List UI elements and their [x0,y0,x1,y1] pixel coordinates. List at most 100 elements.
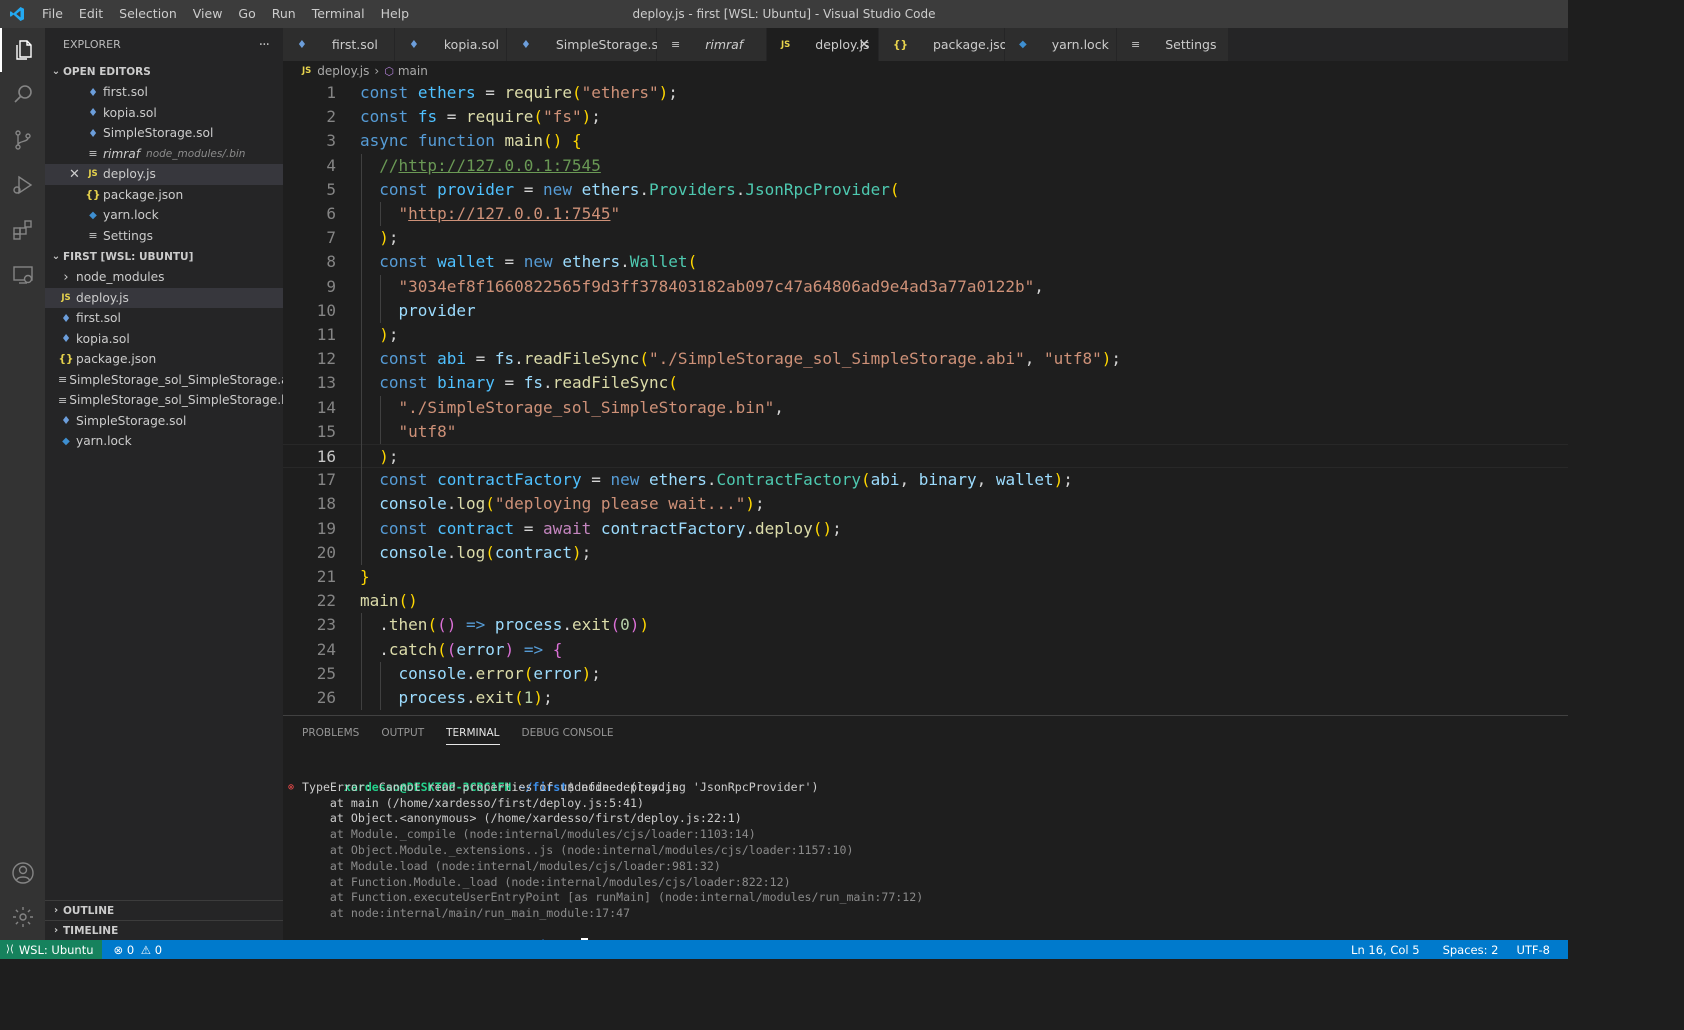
folder-header[interactable]: ⌄ FIRST [WSL: UBUNTU] [45,246,283,267]
tab-first-sol[interactable]: ♦ first.sol [283,28,395,61]
code-text: const contractFactory = new ethers.Contr… [379,470,1073,490]
terminal[interactable]: ⊗ xardesso@DESKTOP-3CRC1FH:~/first$ node … [283,764,1568,952]
close-tab-icon[interactable]: ✕ [858,37,870,53]
panel-tab-problems[interactable]: PROBLEMS [302,716,359,750]
outline-section[interactable]: › OUTLINE [45,900,283,920]
title-bar: File Edit Selection View Go Run Terminal Help d… [0,0,1568,28]
line-number: 9 [326,276,336,296]
file-item[interactable]: ≡ SimpleStorage_sol_SimpleStorage.bin [45,390,300,411]
close-icon[interactable]: ✕ [69,167,80,182]
explorer-icon[interactable] [0,28,45,72]
menu-terminal[interactable]: Terminal [304,0,373,28]
open-editor-name: kopia.sol [103,105,157,120]
solidity-file-icon: ♦ [88,85,98,99]
menu-selection[interactable]: Selection [111,0,185,28]
open-editor-item[interactable]: {} package.json [45,185,283,206]
menu-bar: File Edit Selection View Go Run Terminal Help [34,0,417,28]
code-editor[interactable]: 1 const ethers = require("ethers"); 2 const… [283,81,1568,715]
timeline-section[interactable]: › TIMELINE [45,920,283,940]
tab-kopia-sol[interactable]: ♦ kopia.sol [395,28,507,61]
open-editor-item[interactable]: ♦ kopia.sol [45,103,283,124]
remote-indicator[interactable]: ⟩⟨ WSL: Ubuntu [0,940,102,959]
file-lines-icon: ≡ [88,229,98,243]
code-line: 15 "utf8" [283,420,1568,444]
tab-settings[interactable]: ≡ Settings [1117,28,1229,61]
code-line: 18 console.log("deploying please wait...… [283,492,1568,516]
tab-label: SimpleStorage.sol [555,36,670,52]
tab-deploy-js[interactable]: JS deploy.js ✕ [767,28,879,61]
file-item[interactable]: ♦ kopia.sol [45,329,283,350]
file-item[interactable]: ≡ SimpleStorage_sol_SimpleStorage.abi [45,370,300,391]
remote-explorer-icon[interactable] [0,253,45,297]
line-number: 10 [316,300,336,320]
code-text: provider [398,300,476,320]
menu-go[interactable]: Go [230,0,263,28]
js-file-icon: JS [61,292,71,303]
code-line: 9 "3034ef8f1660822565f9d3ff378403182ab09… [283,275,1568,299]
tab-rimraf[interactable]: ≡ rimraf [657,28,767,61]
settings-gear-icon[interactable] [0,895,45,939]
line-number: 23 [316,615,336,635]
tab-yarn-lock[interactable]: ◆ yarn.lock [1005,28,1117,61]
solidity-file-icon: ♦ [88,126,98,140]
yarn-file-icon: ◆ [89,209,97,221]
code-line: 20 console.log(contract); [283,541,1568,565]
file-item[interactable]: JS deploy.js [45,287,283,308]
terminal-output-line: at Module._compile (node:internal/module… [302,827,756,842]
menu-view[interactable]: View [185,0,231,28]
indent-guide [380,661,381,711]
menu-run[interactable]: Run [264,0,304,28]
problems-indicator[interactable]: ⊗ 0 ⚠ 0 [108,943,169,957]
more-actions-icon[interactable]: ··· [259,37,270,53]
file-item[interactable]: {} package.json [45,349,283,370]
panel-tab-output[interactable]: OUTPUT [381,716,424,750]
menu-help[interactable]: Help [373,0,418,28]
code-line: 8 const wallet = new ethers.Wallet( [283,250,1568,274]
open-editor-item[interactable]: ♦ first.sol [45,82,283,103]
chevron-down-icon: ⌄ [51,66,61,77]
line-number: 18 [316,494,336,514]
tab-label: first.sol [331,36,378,52]
breadcrumb-symbol[interactable]: main [398,64,428,78]
source-control-icon[interactable] [0,118,45,162]
tab-simplestorage-sol[interactable]: ♦ SimpleStorage.sol [507,28,669,61]
open-editor-item[interactable]: ◆ yarn.lock [45,205,283,226]
tab-package-json[interactable]: {} package.json [879,28,1015,61]
encoding[interactable]: UTF-8 [1507,943,1559,957]
terminal-command-line: ⊗ xardesso@DESKTOP-3CRC1FH:~/first$ node … [288,779,679,794]
code-line: 16 ); [283,444,1568,469]
file-item[interactable]: ♦ first.sol [45,308,283,329]
open-editor-item[interactable]: ≡ Settings [45,226,283,247]
file-item[interactable]: ◆ yarn.lock [45,431,283,452]
menu-edit[interactable]: Edit [71,0,111,28]
file-name: SimpleStorage_sol_SimpleStorage.bin [69,393,300,408]
breadcrumb: JS deploy.js › ⬡ main [283,61,1568,81]
search-icon[interactable] [0,72,45,116]
solidity-file-icon: ♦ [61,311,71,325]
chevron-right-icon: › [374,64,380,78]
end-of-line[interactable]: LF [1559,943,1568,957]
folder-item[interactable]: › node_modules [45,267,283,288]
account-icon[interactable] [0,851,45,895]
open-editor-item[interactable]: ≡ rimraf node_modules/.bin [45,144,283,165]
indentation[interactable]: Spaces: 2 [1434,943,1508,957]
menu-file[interactable]: File [34,0,71,28]
file-item[interactable]: ♦ SimpleStorage.sol [45,411,283,432]
run-debug-icon[interactable] [0,163,45,207]
panel-tab-debug-console[interactable]: DEBUG CONSOLE [522,716,614,750]
extensions-icon[interactable] [0,208,45,252]
open-editor-item[interactable]: ✕ JS deploy.js [45,164,283,185]
line-number: 22 [316,591,336,611]
open-editor-item[interactable]: ♦ SimpleStorage.sol [45,123,283,144]
breadcrumb-file[interactable]: deploy.js [317,64,369,78]
panel-tab-terminal[interactable]: TERMINAL [446,721,500,745]
chevron-right-icon: › [53,905,59,916]
code-text: "http://127.0.0.1:7545" [398,204,621,223]
code-text: console.error(error); [398,663,601,683]
solidity-file-icon: ♦ [521,38,531,51]
code-line: 7 ); [283,226,1568,250]
open-editors-header[interactable]: ⌄ OPEN EDITORS [45,61,283,82]
file-name: SimpleStorage.sol [76,413,187,428]
code-line: 6 "http://127.0.0.1:7545" [283,202,1568,226]
cursor-position[interactable]: Ln 16, Col 5 [1342,943,1434,957]
